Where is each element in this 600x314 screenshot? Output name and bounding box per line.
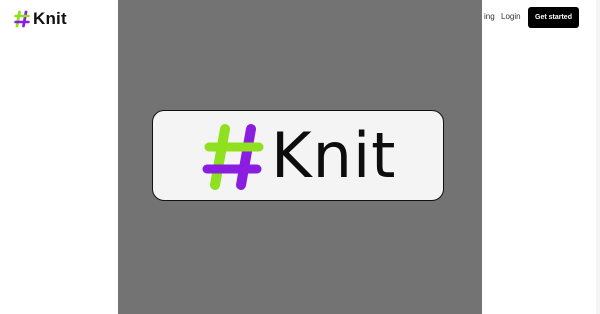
brand-logo[interactable]: Knit bbox=[14, 8, 67, 30]
scrollbar[interactable] bbox=[596, 0, 600, 314]
hash-logo-icon bbox=[14, 10, 30, 28]
logo-card: Knit bbox=[152, 110, 444, 201]
nav-link-pricing[interactable]: ing bbox=[484, 12, 495, 21]
brand-name: Knit bbox=[33, 9, 67, 28]
logo-preview-overlay: Knit bbox=[118, 0, 482, 314]
hash-logo-large-icon bbox=[202, 124, 264, 190]
logo-card-text: Knit bbox=[271, 119, 397, 192]
nav-link-login[interactable]: Login bbox=[501, 12, 521, 21]
get-started-button[interactable]: Get started bbox=[528, 7, 579, 28]
